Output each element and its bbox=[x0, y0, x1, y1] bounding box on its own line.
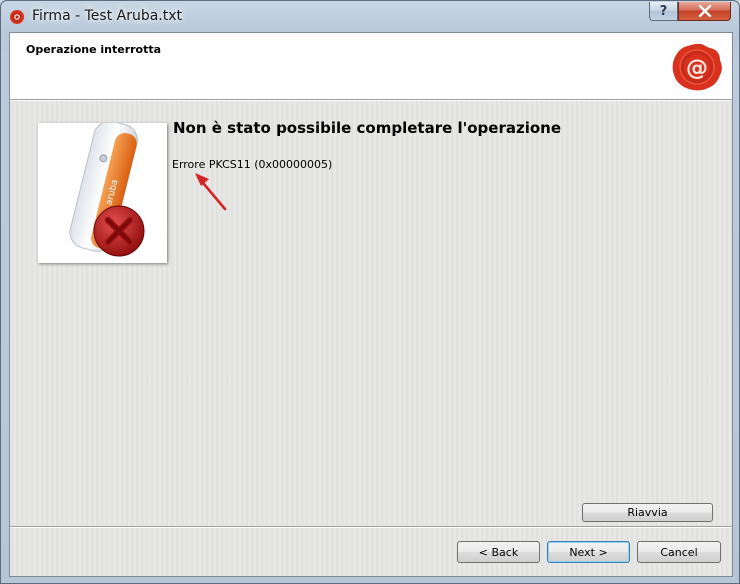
arrow-icon bbox=[195, 173, 227, 211]
app-seal-icon bbox=[10, 10, 24, 24]
wizard-header: Operazione interrotta @ bbox=[10, 33, 732, 99]
header-divider bbox=[10, 99, 732, 101]
back-button[interactable]: < Back bbox=[457, 541, 540, 563]
wizard-window: Firma - Test Aruba.txt ? Operazione inte… bbox=[0, 0, 740, 584]
error-heading: Non è stato possibile completare l'opera… bbox=[173, 119, 561, 137]
title-bar[interactable]: Firma - Test Aruba.txt ? bbox=[1, 1, 739, 33]
close-button[interactable] bbox=[678, 2, 731, 21]
usb-token-error-illustration: aruba bbox=[38, 120, 167, 263]
restart-button[interactable]: Riavvia bbox=[582, 503, 713, 522]
wizard-content: Operazione interrotta @ aruba Non è stat… bbox=[9, 32, 733, 577]
svg-text:@: @ bbox=[686, 56, 708, 81]
page-title: Operazione interrotta bbox=[26, 43, 162, 56]
cancel-button[interactable]: Cancel bbox=[637, 541, 721, 563]
help-button[interactable]: ? bbox=[649, 2, 678, 21]
next-button[interactable]: Next > bbox=[547, 541, 630, 563]
footer-divider bbox=[10, 526, 732, 528]
window-title: Firma - Test Aruba.txt bbox=[32, 8, 183, 24]
close-icon bbox=[698, 5, 711, 17]
wax-seal-icon: @ bbox=[672, 43, 722, 91]
usb-token-error-icon: aruba bbox=[69, 120, 145, 257]
